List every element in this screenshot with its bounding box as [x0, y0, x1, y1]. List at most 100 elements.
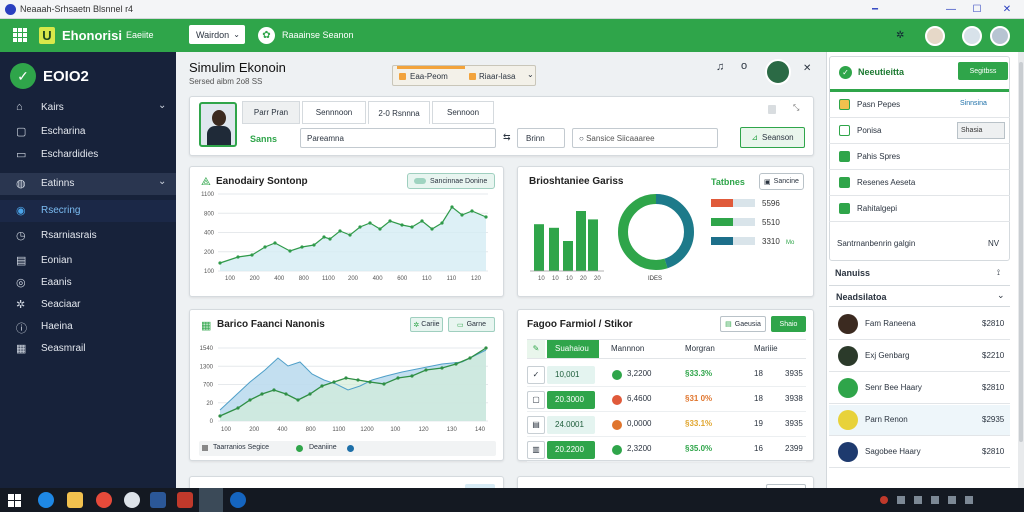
- sidebar-item[interactable]: ✲ Seaciaar: [0, 294, 176, 316]
- browser-icon[interactable]: [38, 492, 54, 508]
- profile-action-button[interactable]: ⊿ Seanson: [740, 127, 805, 148]
- globe-icon[interactable]: [230, 492, 246, 508]
- table-header-cell[interactable]: Morgran: [685, 344, 715, 353]
- edit-icon[interactable]: ✎: [527, 340, 545, 358]
- sidebar-item[interactable]: ◎ Eaanis: [0, 272, 176, 294]
- search-icon[interactable]: o: [741, 60, 747, 72]
- profile-tab[interactable]: Parr Pran: [242, 101, 300, 124]
- table-row[interactable]: ✓ 10,001 3,2200 §33.3% 18 3935: [527, 363, 806, 387]
- sidebar-item[interactable]: ▤ Eonian: [0, 250, 176, 272]
- sidebar-item[interactable]: ▦ Seasmrail: [0, 338, 176, 360]
- user-avatar-2[interactable]: [962, 26, 982, 46]
- table-header-cell[interactable]: Suahaiou: [547, 340, 599, 358]
- table-header-cell[interactable]: Mariiie: [754, 344, 778, 353]
- user-avatar-1[interactable]: [925, 26, 945, 46]
- grid-menu-icon[interactable]: [13, 28, 28, 42]
- table-header-cell[interactable]: Mannnon: [611, 344, 644, 353]
- table-button-2[interactable]: Shaio: [771, 316, 806, 332]
- profile-tab[interactable]: Sennoon: [432, 101, 494, 124]
- profile-field-1[interactable]: Pareamna: [300, 128, 496, 148]
- tray-icons: [880, 496, 1000, 504]
- y-tick-label: 100: [204, 269, 215, 275]
- sidebar-item[interactable]: ◷ Rsarniasrais: [0, 225, 176, 247]
- chevron-down-icon[interactable]: ⌄: [158, 176, 166, 187]
- profile-tab-label: 2-0 Rsnnna: [378, 108, 420, 118]
- settings-icon[interactable]: ✲: [896, 31, 906, 41]
- square-icon: ▢: [16, 126, 27, 138]
- sidebar-item[interactable]: ◉ Rsecring: [0, 200, 176, 222]
- right-scrollbar[interactable]: [1018, 52, 1024, 488]
- tab-2[interactable]: Riaar-lasa: [479, 72, 515, 81]
- row-icon[interactable]: ▢: [527, 391, 545, 409]
- rp-item-value[interactable]: Sinnsina: [957, 96, 1005, 113]
- chevron-down-icon[interactable]: ⌄: [527, 70, 534, 79]
- rp-section-icon[interactable]: ⟟: [997, 268, 1000, 278]
- settings-icon[interactable]: [124, 492, 140, 508]
- legend-swatch: [711, 218, 733, 226]
- filter-icon[interactable]: ⇆: [503, 132, 511, 143]
- app-active-icon[interactable]: [199, 488, 223, 512]
- chart-3-card: ▦ Barico Faanci Nanonis ✲ Cariie ▭ Garne 1…: [189, 309, 504, 461]
- chevron-down-icon[interactable]: ⌄: [158, 100, 166, 111]
- row-icon[interactable]: ▤: [527, 416, 545, 434]
- user-avatar-3[interactable]: [990, 26, 1010, 46]
- x-tick-label: 110: [422, 276, 432, 282]
- view-dropdown[interactable]: Wairdon ⌄: [189, 25, 245, 44]
- table-row[interactable]: ▢ 20.3000 6,4600 §31 0% 18 3938: [527, 388, 806, 412]
- chrome-icon[interactable]: [96, 492, 112, 508]
- sidebar-item[interactable]: ▢ Escharina: [0, 121, 176, 143]
- close-icon[interactable]: ✕: [803, 63, 811, 74]
- person-row[interactable]: Fam Raneena $2810: [829, 309, 1010, 340]
- collapse-icon[interactable]: ⤡: [793, 103, 799, 113]
- music-icon[interactable]: ♫: [716, 61, 724, 73]
- row-icon[interactable]: ▥: [527, 441, 545, 459]
- close-icon: ✕: [1002, 4, 1012, 15]
- profile-field-2[interactable]: Brinn: [517, 128, 565, 148]
- rp-list-header[interactable]: Neadsilatoa ⌄: [829, 285, 1010, 307]
- window-menu-button[interactable]: 🗕: [852, 0, 898, 19]
- sidebar-item[interactable]: ⌂ Kairs ⌄: [0, 97, 176, 119]
- window-titlebar: Neaaah-Srhsaetn Blsnnel r4 🗕 — ☐ ✕: [0, 0, 1024, 19]
- header-avatar[interactable]: [765, 59, 791, 85]
- profile-tab[interactable]: Sennnoon: [302, 101, 366, 124]
- rp-item[interactable]: Pasn Pepes Sinnsina: [829, 92, 1010, 118]
- table-header[interactable]: ✎ Suahaiou Mannnon Morgran Mariiie: [527, 339, 806, 359]
- rp-item-value[interactable]: Shasia: [957, 122, 1005, 139]
- sidebar-item[interactable]: ⓘ Haeina: [0, 316, 176, 338]
- tab-1[interactable]: Eaa-Peom: [410, 72, 448, 81]
- rp-item[interactable]: Rahitalgepi: [829, 196, 1010, 222]
- data-point: [358, 225, 362, 229]
- app-menu[interactable]: Eaeiite: [126, 30, 154, 40]
- mail-icon[interactable]: [177, 492, 193, 508]
- filter-icon: ▤: [725, 321, 732, 328]
- profile-tab[interactable]: 2-0 Rsnnna: [368, 101, 430, 124]
- person-row[interactable]: Exj Genbarg $2210: [829, 341, 1010, 372]
- data-point: [368, 380, 372, 384]
- person-row[interactable]: Senr Bee Haary $2810: [829, 373, 1010, 404]
- rp-item[interactable]: Resenes Aeseta: [829, 170, 1010, 196]
- chart-1-card: ⟁ Eanodairy Sontonp Sancinnae Donine 110…: [189, 166, 504, 297]
- right-panel-action[interactable]: Segitbss: [958, 62, 1008, 80]
- rp-item[interactable]: Pahis Spres: [829, 144, 1010, 170]
- profile-search[interactable]: ○ Sansice Siicaaaree: [572, 128, 718, 148]
- calendar-icon: ▦: [16, 343, 27, 355]
- table-row[interactable]: ▤ 24.0001 0,0000 §33.1% 19 3935: [527, 413, 806, 437]
- rp-item[interactable]: Ponisa Shasia: [829, 118, 1010, 144]
- person-row[interactable]: Sagobee Haary $2810: [829, 437, 1010, 468]
- data-point: [382, 382, 386, 386]
- row-icon[interactable]: ✓: [527, 366, 545, 384]
- table-row[interactable]: ▥ 20.2200 2,3200 §35.0% 16 2399: [527, 438, 806, 462]
- sidebar-item[interactable]: ◍ Eatinns ⌄: [0, 173, 176, 195]
- folder-icon[interactable]: [67, 492, 83, 508]
- person-row[interactable]: Parn Renon $2935: [829, 405, 1010, 436]
- y-tick-label: 20: [206, 401, 213, 407]
- tab-2-icon: [469, 73, 476, 80]
- sidebar-item[interactable]: ▭ Eschardidies: [0, 144, 176, 166]
- status-dot-icon: [612, 445, 622, 455]
- profile-tab-label: Sennnoon: [315, 108, 353, 117]
- table-button-1[interactable]: ▤ Gaeusia: [720, 316, 766, 332]
- start-button[interactable]: [8, 494, 21, 507]
- word-icon[interactable]: [150, 492, 166, 508]
- close-button[interactable]: ✕: [984, 0, 1024, 19]
- lock-icon[interactable]: [768, 105, 776, 114]
